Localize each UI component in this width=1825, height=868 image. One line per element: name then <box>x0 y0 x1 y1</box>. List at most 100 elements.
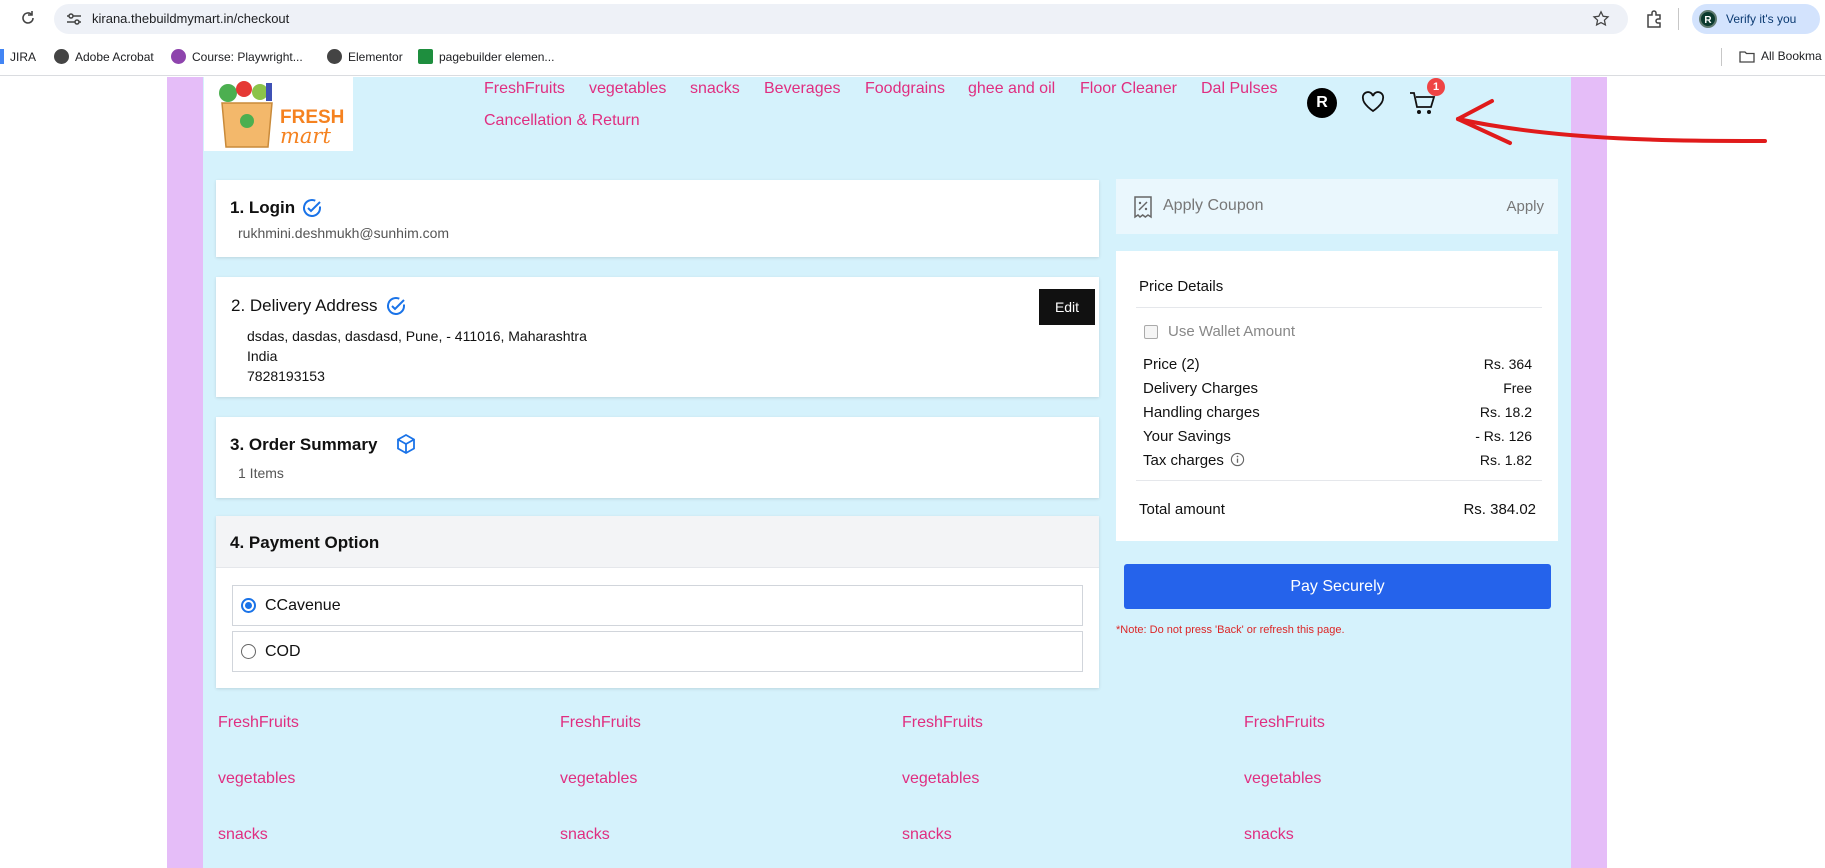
nav-beverages[interactable]: Beverages <box>764 80 841 98</box>
verify-label: Verify it's you <box>1726 12 1797 26</box>
footer-link-vegetables[interactable]: vegetables <box>560 770 637 788</box>
freshmart-logo[interactable]: FRESH mart <box>204 77 353 151</box>
course-icon <box>171 49 186 64</box>
footer-link-snacks[interactable]: snacks <box>1244 826 1294 844</box>
bookmark-jira[interactable]: JIRA <box>0 49 36 64</box>
footer-link-vegetables[interactable]: vegetables <box>1244 770 1321 788</box>
login-email: rukhmini.deshmukh@sunhim.com <box>238 225 450 241</box>
globe-icon <box>327 49 342 64</box>
footer-link-vegetables[interactable]: vegetables <box>902 770 979 788</box>
footer-link-freshfruits[interactable]: FreshFruits <box>902 714 983 732</box>
footer-link-snacks[interactable]: snacks <box>218 826 268 844</box>
logo-text-mart: mart <box>280 124 331 148</box>
ccavenue-radio[interactable] <box>241 598 256 613</box>
payment-option-cod[interactable]: COD <box>232 631 1083 672</box>
bookmark-elementor[interactable]: Elementor <box>327 49 403 64</box>
nav-vegetables[interactable]: vegetables <box>589 80 666 98</box>
wallet-checkbox[interactable] <box>1144 325 1158 339</box>
bookmark-course-playwright[interactable]: Course: Playwright... <box>171 49 303 64</box>
footer-link-freshfruits[interactable]: FreshFruits <box>1244 714 1325 732</box>
site-settings-icon[interactable] <box>66 12 82 26</box>
nav-foodgrains[interactable]: Foodgrains <box>865 80 945 98</box>
heart-icon[interactable] <box>1361 91 1385 113</box>
payment-option-section: 4. Payment Option CCavenue COD <box>216 516 1099 688</box>
nav-cancellation-return[interactable]: Cancellation & Return <box>484 112 640 130</box>
cart-count-badge: 1 <box>1427 78 1445 96</box>
coupon-icon <box>1134 196 1152 219</box>
user-avatar[interactable]: R <box>1307 88 1337 118</box>
star-icon[interactable] <box>1592 10 1610 28</box>
price-row-value: Rs. 18.2 <box>1479 404 1532 420</box>
price-row-label: Handling charges <box>1143 404 1260 421</box>
page-viewport: FRESH mart FreshFruits vegetables snacks… <box>0 77 1825 868</box>
pay-securely-button[interactable]: Pay Securely <box>1124 564 1551 609</box>
price-row-value: - Rs. 126 <box>1475 428 1532 444</box>
order-summary-section[interactable]: 3. Order Summary 1 Items <box>216 417 1099 498</box>
price-row-label: Delivery Charges <box>1143 380 1259 397</box>
puzzle-icon[interactable] <box>1644 9 1664 29</box>
nav-freshfruits[interactable]: FreshFruits <box>484 80 565 98</box>
footer-link-vegetables[interactable]: vegetables <box>218 770 295 788</box>
reload-icon[interactable] <box>20 10 36 26</box>
bookmarks-bar: JIRA Adobe Acrobat Course: Playwright...… <box>0 38 1825 76</box>
wallet-label: Use Wallet Amount <box>1168 323 1295 340</box>
nav-ghee-and-oil[interactable]: ghee and oil <box>968 80 1055 98</box>
order-items-count: 1 Items <box>238 465 284 481</box>
footer-link-freshfruits[interactable]: FreshFruits <box>218 714 299 732</box>
check-circle-icon <box>387 297 405 315</box>
footer-link-snacks[interactable]: snacks <box>902 826 952 844</box>
price-row-label: Tax charges <box>1143 452 1224 469</box>
address-country: India <box>247 348 278 364</box>
delivery-title: 2. Delivery Address <box>231 296 378 315</box>
footer-link-freshfruits[interactable]: FreshFruits <box>560 714 641 732</box>
box-icon <box>397 433 415 455</box>
toolbar-divider <box>1678 8 1679 30</box>
divider <box>1136 480 1542 481</box>
info-icon[interactable] <box>1230 452 1245 467</box>
coupon-label: Apply Coupon <box>1163 197 1264 214</box>
payment-option-ccavenue[interactable]: CCavenue <box>232 585 1083 626</box>
login-section: 1. Login rukhmini.deshmukh@sunhim.com <box>216 180 1099 257</box>
jira-icon <box>0 49 4 64</box>
price-row-value: Rs. 1.82 <box>1479 452 1532 468</box>
price-row-label: Price (2) <box>1143 356 1200 373</box>
price-row-value: Rs. 364 <box>1483 356 1532 372</box>
check-circle-icon <box>303 199 321 217</box>
profile-avatar: R <box>1699 10 1717 28</box>
price-details-title: Price Details <box>1139 278 1224 295</box>
payment-title: 4. Payment Option <box>230 533 380 552</box>
edit-address-button[interactable]: Edit <box>1039 289 1095 325</box>
browser-toolbar: kirana.thebuildmymart.in/checkout R Veri… <box>0 0 1825 38</box>
bookmark-adobe-acrobat[interactable]: Adobe Acrobat <box>54 49 154 64</box>
red-arrow-annotation <box>1456 99 1767 145</box>
left-gutter <box>167 77 203 868</box>
login-title: 1. Login <box>230 198 296 217</box>
folder-icon <box>1739 50 1755 63</box>
all-bookmarks[interactable]: All Bookma <box>1739 49 1822 63</box>
bookmarks-divider <box>1721 48 1722 66</box>
total-label: Total amount <box>1139 501 1225 518</box>
nav-dal-pulses[interactable]: Dal Pulses <box>1201 80 1277 98</box>
apply-coupon-bar[interactable]: Apply Coupon Apply <box>1116 179 1558 234</box>
ccavenue-label: CCavenue <box>265 597 341 614</box>
sheets-icon <box>418 49 433 64</box>
order-summary-title: 3. Order Summary <box>230 435 378 454</box>
address-phone: 7828193153 <box>247 368 325 384</box>
nav-snacks[interactable]: snacks <box>690 80 740 98</box>
footer-link-snacks[interactable]: snacks <box>560 826 610 844</box>
total-value: Rs. 384.02 <box>1463 501 1536 518</box>
payment-note: *Note: Do not press 'Back' or refresh th… <box>1116 624 1345 636</box>
cod-radio[interactable] <box>241 644 256 659</box>
delivery-address-section: 2. Delivery Address Edit dsdas, dasdas, … <box>216 277 1099 397</box>
address-bar[interactable]: kirana.thebuildmymart.in/checkout <box>54 4 1628 34</box>
cod-label: COD <box>265 643 301 660</box>
price-row-label: Your Savings <box>1143 428 1231 445</box>
coupon-apply-link[interactable]: Apply <box>1506 198 1544 215</box>
price-details-card: Price Details Use Wallet Amount Price (2… <box>1116 251 1558 541</box>
verify-profile-button[interactable]: R Verify it's you <box>1692 4 1820 34</box>
nav-floor-cleaner[interactable]: Floor Cleaner <box>1080 80 1177 98</box>
url-text[interactable]: kirana.thebuildmymart.in/checkout <box>92 11 289 26</box>
bookmark-pagebuilder[interactable]: pagebuilder elemen... <box>418 49 554 64</box>
price-row-label-wrap: Tax charges <box>1143 452 1245 469</box>
grocery-bag-icon <box>219 81 273 148</box>
